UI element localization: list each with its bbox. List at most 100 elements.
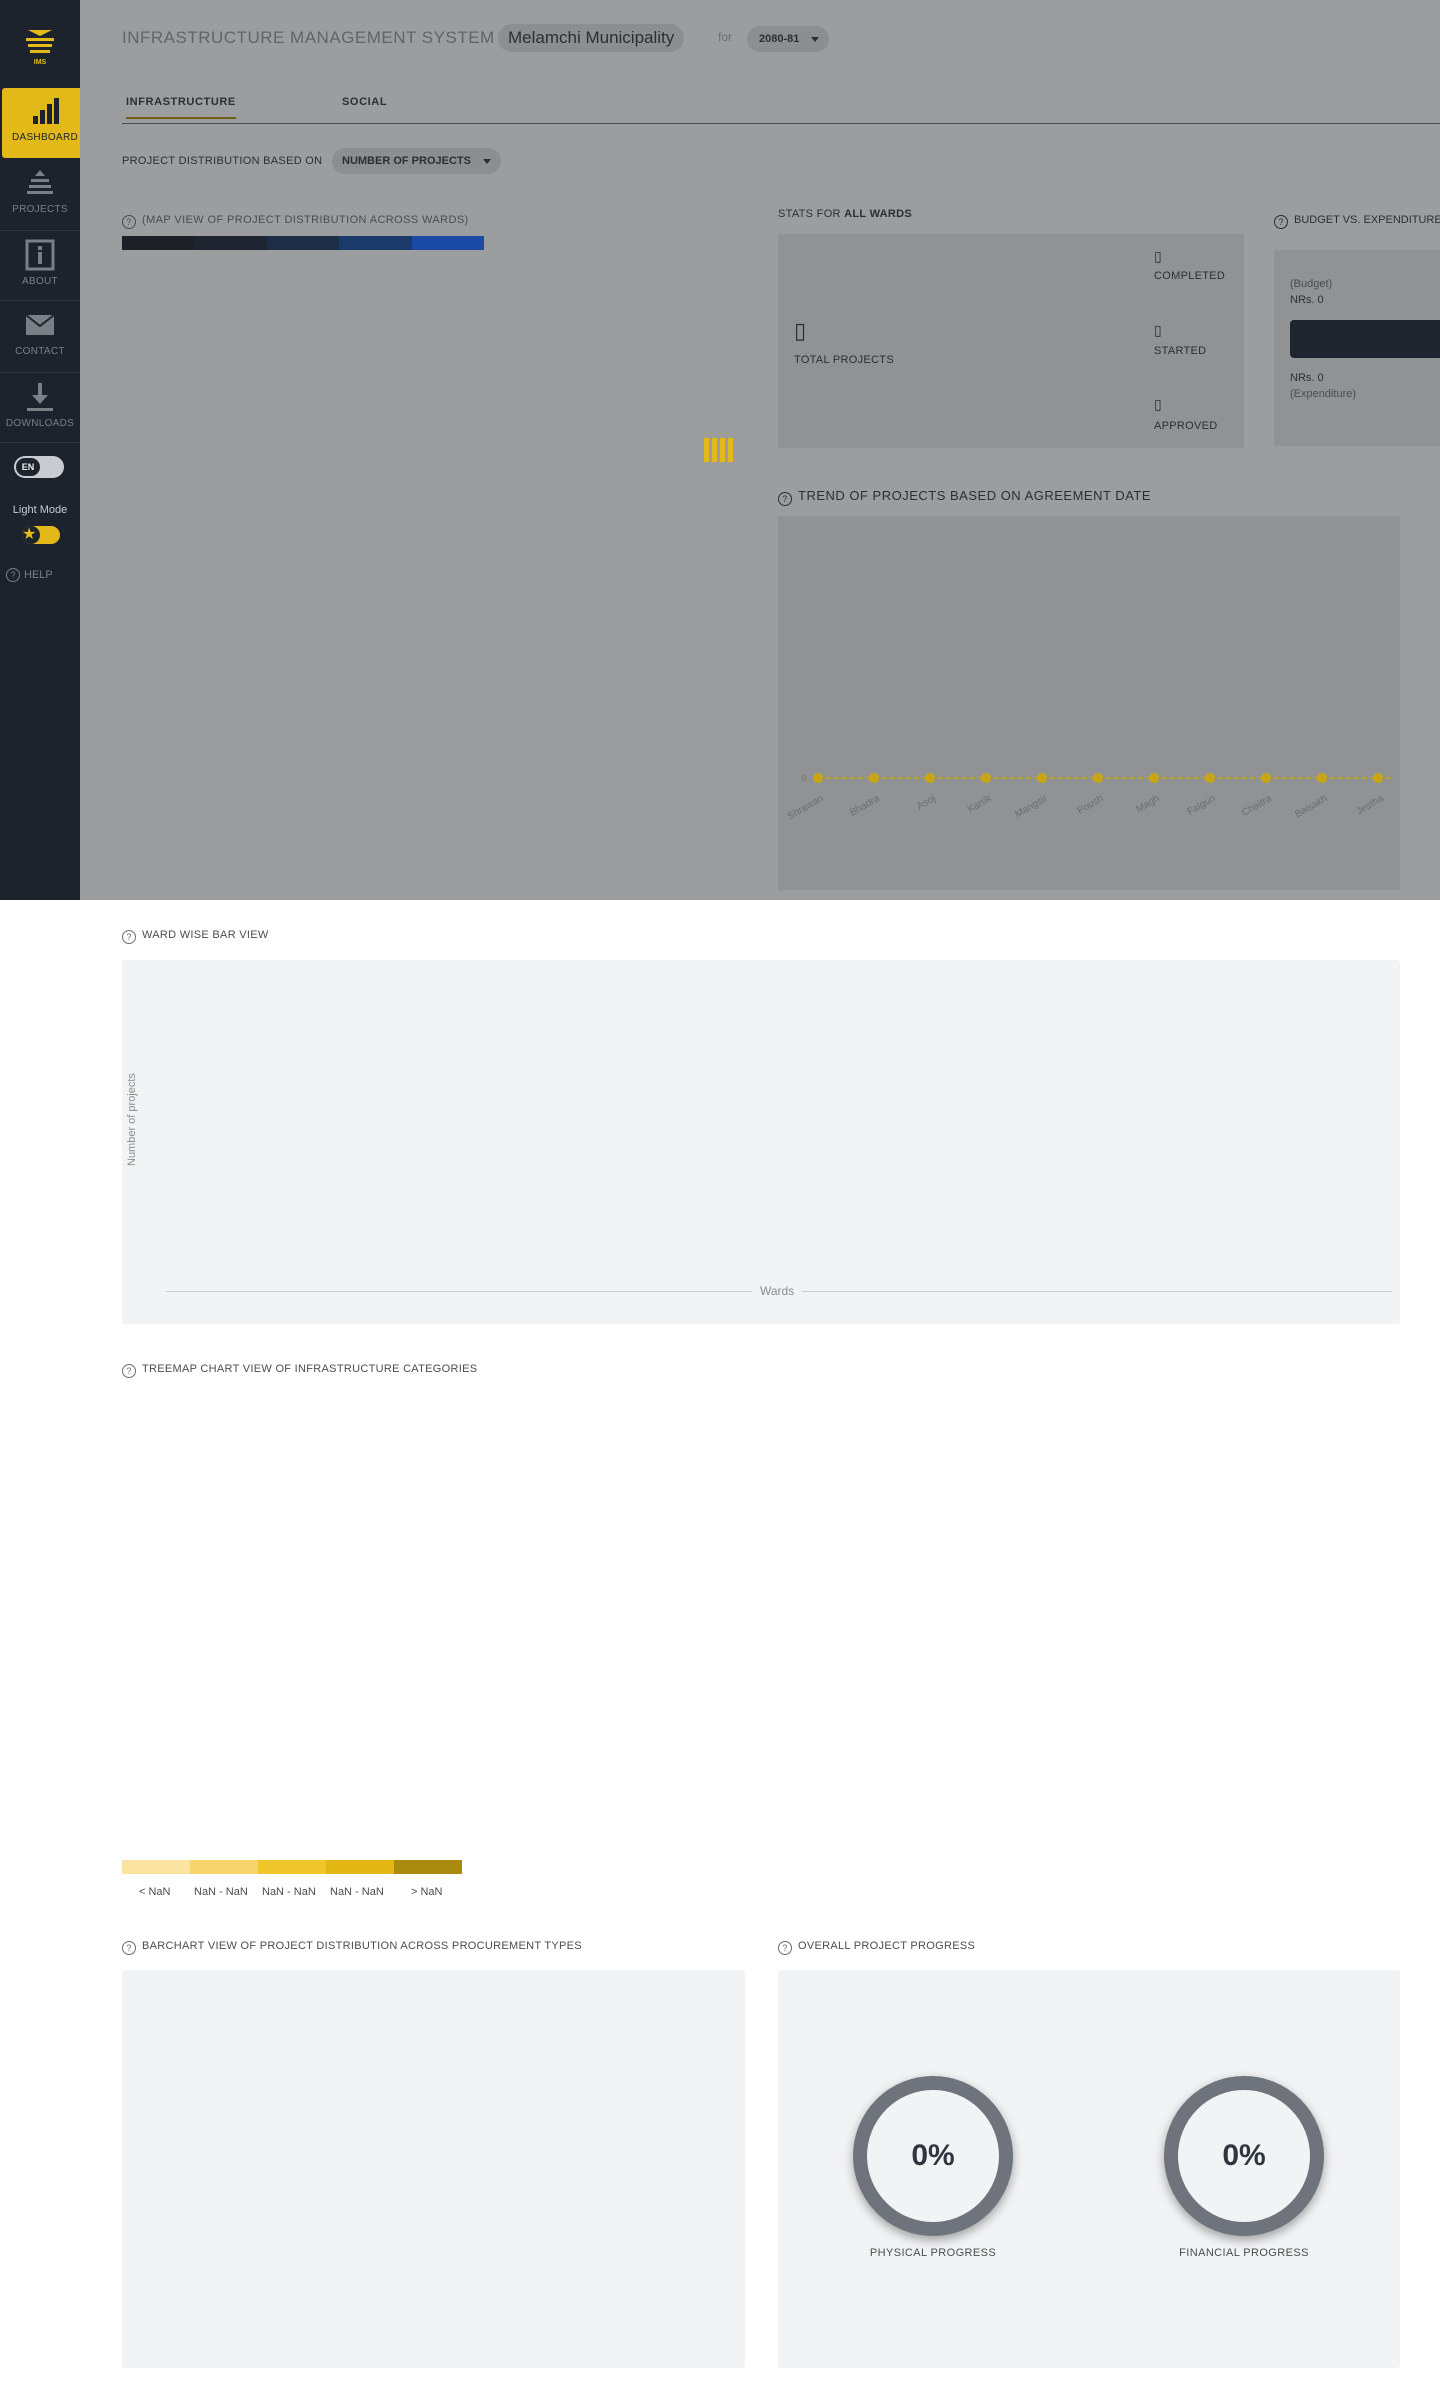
sidebar-item-label: DOWNLOADS	[5, 418, 75, 429]
budget-bar	[1290, 320, 1440, 358]
help-link[interactable]: ? HELP	[0, 568, 80, 582]
trend-point[interactable]	[869, 773, 879, 783]
completed-label: COMPLETED	[1154, 270, 1226, 282]
sidebar: IMS DASHBOARD PROJECTS ABOUT CONTACT DOW…	[0, 0, 88, 900]
progress-title-text: OVERALL PROJECT PROGRESS	[798, 1940, 976, 1952]
logo-text: IMS	[34, 59, 47, 66]
fiscal-year-selector[interactable]: 2080-81	[747, 26, 830, 52]
app-title: INFRASTRUCTURE MANAGEMENT SYSTEM	[122, 28, 495, 47]
budget-label: (Budget)	[1290, 278, 1333, 290]
procurement-panel	[122, 1970, 745, 2368]
trend-point[interactable]	[925, 773, 935, 783]
total-projects-label: TOTAL PROJECTS	[794, 354, 894, 366]
trend-point[interactable]	[1261, 773, 1271, 783]
y-tick-label: 0	[802, 774, 807, 783]
help-icon[interactable]: ?	[778, 1941, 792, 1955]
legend-label: < NaN	[139, 1886, 171, 1898]
x-tick-label: Falgun	[1186, 793, 1218, 818]
mail-icon	[25, 314, 55, 335]
budget-panel: (Budget) NRs. 0 NRs. 0 (Expenditure)	[1274, 250, 1440, 446]
theme-toggle[interactable]: ★	[22, 526, 60, 544]
x-tick-label: Magh	[1134, 793, 1161, 815]
distribution-selector[interactable]: NUMBER OF PROJECTS	[332, 148, 501, 174]
projects-icon	[27, 170, 53, 194]
trend-point[interactable]	[981, 773, 991, 783]
map-title-text: (MAP VIEW OF PROJECT DISTRIBUTION ACROSS…	[142, 214, 469, 226]
tab-infrastructure[interactable]: INFRASTRUCTURE	[126, 96, 236, 119]
help-icon[interactable]: ?	[122, 1941, 136, 1955]
financial-progress-value: 0%	[1164, 2076, 1324, 2236]
stats-title: STATS FOR ALL WARDS	[778, 208, 912, 220]
trend-point[interactable]	[1205, 773, 1215, 783]
ims-logo[interactable]: IMS	[20, 26, 60, 66]
started-label: STARTED	[1154, 345, 1207, 357]
legend-swatch	[190, 1860, 258, 1874]
info-icon	[25, 239, 55, 271]
help-icon[interactable]: ?	[122, 215, 136, 229]
trend-title-text: TREND OF PROJECTS BASED ON AGREEMENT DAT…	[798, 488, 1152, 503]
x-tick-label: Jestha	[1354, 793, 1385, 817]
legend-label: > NaN	[411, 1886, 443, 1898]
ward-bar-ylabel: Number of projects	[126, 1073, 138, 1166]
scale-swatch	[266, 236, 340, 250]
x-tick-label: Mangsir	[1013, 793, 1050, 821]
ward-bar-title: ? WARD WISE BAR VIEW	[122, 929, 269, 944]
trend-title: ? TREND OF PROJECTS BASED ON AGREEMENT DA…	[778, 488, 1151, 506]
x-tick-label: Bhadra	[848, 793, 882, 819]
legend-label: NaN - NaN	[262, 1886, 316, 1898]
progress-title: ? OVERALL PROJECT PROGRESS	[778, 1940, 975, 1955]
approved-value: ▯	[1154, 396, 1162, 412]
star-icon: ★	[22, 526, 37, 543]
sidebar-item-contact[interactable]: CONTACT	[0, 302, 80, 372]
sidebar-item-dashboard[interactable]: DASHBOARD	[2, 88, 88, 158]
help-icon[interactable]: ?	[1274, 215, 1288, 229]
treemap-legend	[122, 1860, 462, 1874]
municipality-selector[interactable]: Melamchi Municipality	[498, 24, 685, 52]
x-tick-label: Kartik	[966, 793, 995, 816]
language-toggle[interactable]: EN	[14, 456, 64, 478]
trend-point[interactable]	[1093, 773, 1103, 783]
expenditure-label: (Expenditure)	[1290, 388, 1357, 400]
help-icon[interactable]: ?	[122, 1364, 136, 1378]
financial-progress-label: FINANCIAL PROGRESS	[1179, 2247, 1309, 2259]
sidebar-item-downloads[interactable]: DOWNLOADS	[0, 374, 80, 444]
scale-swatch	[339, 236, 412, 250]
mode-label: Light Mode	[12, 504, 68, 516]
legend-swatch	[394, 1860, 462, 1874]
sidebar-divider	[0, 442, 80, 443]
trend-point[interactable]	[1149, 773, 1159, 783]
legend-label: NaN - NaN	[330, 1886, 384, 1898]
budget-title: ? BUDGET VS. EXPENDITURE	[1274, 214, 1440, 229]
x-tick-label: Baisakh	[1293, 793, 1329, 820]
budget-value: NRs. 0	[1290, 294, 1324, 306]
legend-swatch	[326, 1860, 394, 1874]
scale-swatch	[411, 236, 485, 250]
map-title: ? (MAP VIEW OF PROJECT DISTRIBUTION ACROS…	[122, 214, 469, 229]
trend-point[interactable]	[1037, 773, 1047, 783]
help-icon: ?	[6, 568, 20, 582]
sidebar-item-projects[interactable]: PROJECTS	[0, 160, 80, 230]
x-tick-label: Poush	[1075, 793, 1105, 817]
sidebar-item-label: ABOUT	[22, 276, 58, 287]
tab-bar: INFRASTRUCTURE SOCIAL	[122, 90, 1440, 124]
sidebar-item-label: CONTACT	[15, 346, 65, 357]
trend-point[interactable]	[1317, 773, 1327, 783]
chevron-down-icon	[482, 159, 491, 164]
financial-progress-ring: 0%	[1164, 2076, 1324, 2236]
procurement-title: ? BARCHART VIEW OF PROJECT DISTRIBUTION A…	[122, 1940, 582, 1955]
help-icon[interactable]: ?	[778, 492, 792, 506]
legend-swatch	[122, 1860, 190, 1874]
physical-progress-value: 0%	[853, 2076, 1013, 2236]
trend-point[interactable]	[813, 773, 823, 783]
ward-bar-title-text: WARD WISE BAR VIEW	[142, 929, 269, 941]
tab-social[interactable]: SOCIAL	[342, 96, 387, 108]
treemap-title-text: TREEMAP CHART VIEW OF INFRASTRUCTURE CAT…	[142, 1363, 478, 1375]
help-label: HELP	[24, 569, 53, 581]
treemap-title: ? TREEMAP CHART VIEW OF INFRASTRUCTURE CA…	[122, 1363, 477, 1378]
trend-point[interactable]	[1373, 773, 1383, 783]
completed-value: ▯	[1154, 248, 1162, 264]
sidebar-item-about[interactable]: ABOUT	[0, 232, 80, 302]
help-icon[interactable]: ?	[122, 930, 136, 944]
physical-progress-ring: 0%	[853, 2076, 1013, 2236]
x-tick-label: Shrawan	[786, 793, 826, 822]
